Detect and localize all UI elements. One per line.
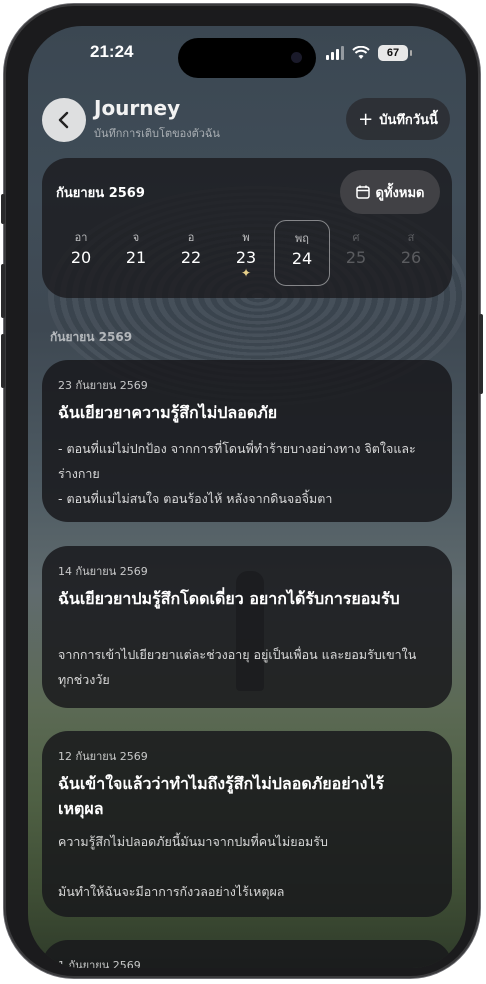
action-button: [1, 194, 5, 224]
entry-body: จากการเข้าไปเยียวยาแต่ละช่วงอายุ อยู่เป็…: [58, 647, 417, 687]
day-date: 21: [125, 248, 147, 267]
view-all-button[interactable]: ดูทั้งหมด: [340, 170, 440, 214]
calendar-day-mon[interactable]: จ 21: [109, 220, 163, 284]
day-name: จ: [132, 231, 140, 244]
day-name: ส: [407, 231, 415, 244]
journal-entry-card[interactable]: 23 กันยายน 2569 ฉันเยียวยาความรู้สึกไม่ป…: [42, 360, 452, 522]
day-date: 25: [345, 248, 367, 267]
week-calendar-card: กันยายน 2569 ดูทั้งหมด อา 20 จ 21 อ 22 พ…: [42, 158, 452, 298]
entry-date: 14 กันยายน 2569: [58, 565, 148, 578]
power-button: [479, 314, 483, 394]
calendar-day-wed[interactable]: พ 23 ✦: [219, 220, 273, 284]
dynamic-island: [178, 38, 316, 78]
calendar-day-tue[interactable]: อ 22: [164, 220, 218, 284]
wifi-icon: [352, 46, 370, 59]
page-title: Journey: [94, 96, 181, 120]
status-time: 21:24: [90, 42, 134, 61]
plus-icon: +: [358, 108, 374, 130]
calendar-month-label: กันยายน 2569: [56, 186, 145, 201]
journal-entry-card[interactable]: 12 กันยายน 2569 ฉันเข้าใจแล้วว่าทำไมถึงร…: [42, 731, 452, 917]
volume-down-button: [1, 334, 5, 388]
volume-up-button: [1, 264, 5, 318]
journal-entry-card[interactable]: 14 กันยายน 2569 ฉันเยียวยาปมรู้สึกโดดเดี…: [42, 546, 452, 708]
day-date: 23: [235, 248, 257, 267]
chevron-left-icon: [58, 111, 69, 129]
screen: 21:24 67 Journey บันทึกการเติบโตของตัวฉั…: [28, 26, 466, 968]
entry-title: ฉันเข้าใจแล้วว่าทำไมถึงรู้สึกไม่ปลอดภัยอ…: [58, 774, 385, 818]
section-month-label: กันยายน 2569: [50, 330, 133, 344]
calendar-day-sat: ส 26: [384, 220, 438, 284]
entry-marker-icon: ✦: [240, 266, 252, 280]
entry-body: ความรู้สึกไม่ปลอดภัยนี้มันมาจากปมที่คนไม…: [58, 834, 328, 899]
day-date: 20: [70, 248, 92, 267]
day-date: 22: [180, 248, 202, 267]
day-name: พฤ: [295, 232, 309, 245]
day-name: พ: [242, 231, 250, 244]
day-name: อา: [74, 231, 88, 244]
entry-title: ฉันเยียวยาปมรู้สึกโดดเดี่ยว อยากได้รับกา…: [58, 589, 400, 608]
calendar-day-sun[interactable]: อา 20: [54, 220, 108, 284]
back-button[interactable]: [42, 98, 86, 142]
status-icons: 67: [326, 44, 412, 62]
entry-date: 23 กันยายน 2569: [58, 379, 148, 392]
calendar-day-fri: ศ 25: [329, 220, 383, 284]
entry-body: - ตอนที่แม่ไม่ปกป้อง จากการที่โดนพี่ทำร้…: [58, 441, 416, 506]
calendar-icon: [355, 185, 370, 199]
page-subtitle: บันทึกการเติบโตของตัวฉัน: [94, 127, 220, 140]
day-name: อ: [187, 231, 195, 244]
entry-date: 1 กันยายน 2569: [58, 959, 141, 968]
cellular-signal-icon: [326, 46, 344, 60]
add-today-entry-button[interactable]: + บันทึกวันนี้: [346, 98, 450, 140]
day-name: ศ: [352, 231, 360, 244]
view-all-label: ดูทั้งหมด: [375, 185, 425, 201]
battery-indicator: 67: [378, 45, 412, 61]
day-date: 26: [400, 248, 422, 267]
phone-frame: 21:24 67 Journey บันทึกการเติบโตของตัวฉั…: [1, 4, 483, 978]
entry-date: 12 กันยายน 2569: [58, 750, 148, 763]
journal-entry-card[interactable]: 1 กันยายน 2569: [42, 940, 452, 968]
entry-title: ฉันเยียวยาความรู้สึกไม่ปลอดภัย: [58, 403, 278, 422]
add-today-entry-label: บันทึกวันนี้: [379, 112, 438, 128]
calendar-day-thu-selected[interactable]: พฤ 24: [274, 220, 330, 286]
day-date: 24: [291, 249, 313, 268]
